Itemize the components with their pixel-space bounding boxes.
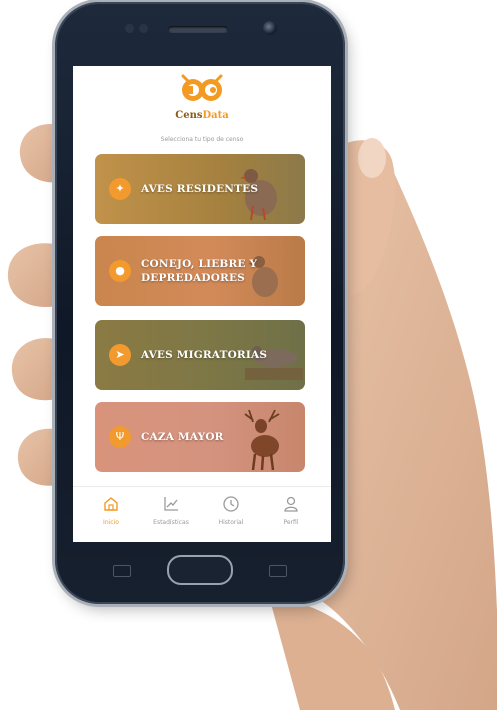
chart-icon [164,497,178,511]
card-label: AVES MIGRATORIAS [141,349,268,361]
card-aves-migratorias[interactable]: ➤ AVES MIGRATORIAS [95,320,305,390]
tab-perfil[interactable]: Perfil [261,495,321,526]
tab-label: Perfil [283,519,299,526]
card-conejo-liebre-depredadores[interactable]: ● CONEJO, LIEBRE Y DEPREDADORES [95,236,305,306]
back-key[interactable] [269,565,287,577]
card-label: AVES RESIDENTES [141,183,259,195]
front-camera [263,21,277,35]
bottom-tab-bar: Inicio Estadísticas Historial Perfil [73,486,331,542]
user-icon [284,496,298,512]
card-label: CONEJO, LIEBRE Y DEPREDADORES [141,257,257,285]
sensor-dot [125,24,134,33]
home-icon [104,497,118,511]
earpiece-speaker [168,26,228,33]
tab-label: Estadísticas [153,519,189,526]
sensor-dot [139,24,148,33]
census-type-prompt: Selecciona tu tipo de censo [160,136,244,143]
card-aves-residentes[interactable]: ✦ AVES RESIDENTES [95,154,305,224]
brand-part-2: Data [202,110,229,121]
clock-icon [223,496,239,512]
brand-name: CensData [73,110,331,121]
home-button[interactable] [167,555,233,585]
bird-icon: ✦ [109,178,131,200]
paw-icon: ● [109,260,131,282]
tab-inicio[interactable]: Inicio [81,495,141,526]
app-logo [73,72,331,108]
brand-part-1: Cens [175,110,203,121]
card-label-line2: DEPREDADORES [141,272,245,284]
deer-image [244,409,280,471]
flying-bird-icon: ➤ [109,344,131,366]
app-screen: CensData Selecciona tu tipo de censo ✦ A… [73,66,331,542]
tab-estadisticas[interactable]: Estadísticas [141,495,201,526]
tab-label: Historial [218,519,244,526]
card-label: CAZA MAYOR [141,431,224,443]
tab-historial[interactable]: Historial [201,495,261,526]
card-label-line1: CONEJO, LIEBRE Y [141,258,258,270]
tab-label: Inicio [103,519,119,526]
card-caza-mayor[interactable]: Ψ CAZA MAYOR [95,402,305,472]
antlers-icon: Ψ [109,426,131,448]
recent-apps-key[interactable] [113,565,131,577]
owl-logo-icon [181,74,223,101]
